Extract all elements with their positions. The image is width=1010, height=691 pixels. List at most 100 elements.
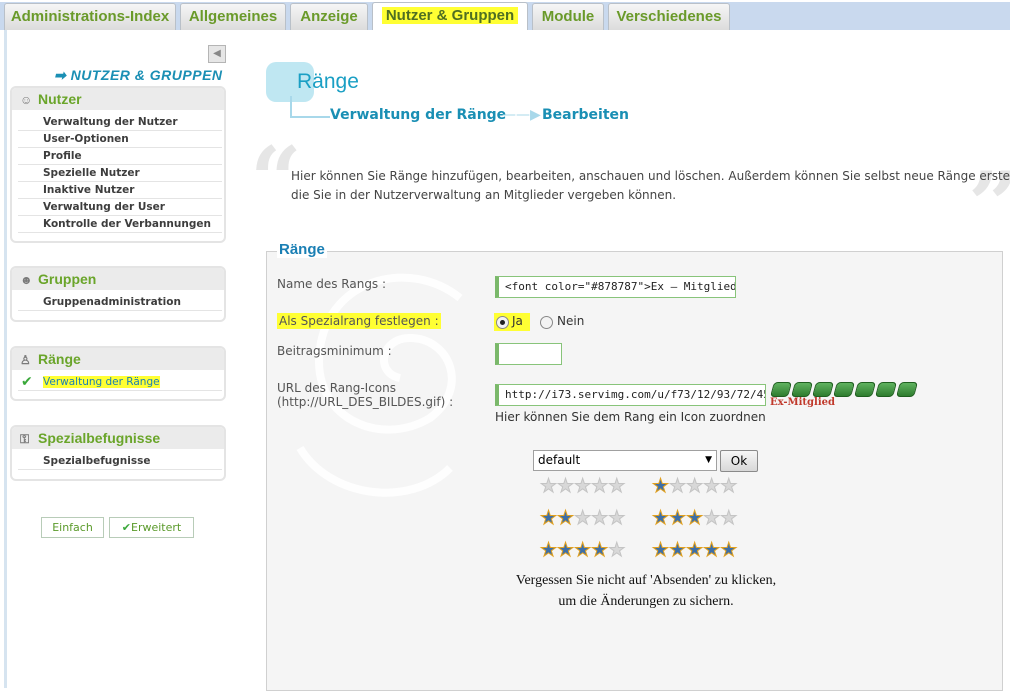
tab-misc[interactable]: Verschiedenes bbox=[608, 3, 730, 30]
star-icon: ★ bbox=[591, 475, 609, 497]
sidebar-box-groups-header: ☻ Gruppen bbox=[12, 268, 224, 290]
breadcrumb-edit: Bearbeiten bbox=[542, 107, 629, 123]
star-icon: ★ bbox=[686, 539, 704, 561]
star-rating-option[interactable]: ★★★★★ bbox=[651, 539, 737, 561]
chevron-down-icon: ▼ bbox=[705, 455, 712, 465]
special-rank-yes-radio[interactable] bbox=[496, 316, 509, 329]
star-rating-option[interactable]: ★★★★★ bbox=[539, 507, 626, 529]
star-icon: ★ bbox=[669, 507, 687, 529]
save-reminder-line-1: Vergessen Sie nicht auf 'Absenden' zu kl… bbox=[515, 573, 777, 588]
icon-set-select-value: default bbox=[538, 453, 581, 467]
star-icon: ★ bbox=[686, 475, 704, 497]
sidebar-box-special-permissions-header: ⚿ Spezialbefugnisse bbox=[12, 427, 224, 449]
special-rank-yes-label: Ja bbox=[512, 314, 523, 328]
sidebar-box-ranks: ♙ Ränge ✔ Verwaltung der Ränge bbox=[10, 346, 226, 401]
special-rank-label: Als Spezialrang festlegen : bbox=[277, 313, 441, 329]
special-rank-no-radio[interactable] bbox=[540, 316, 553, 329]
star-icon: ★ bbox=[651, 539, 670, 561]
sidebar-box-ranks-header: ♙ Ränge bbox=[12, 348, 224, 370]
sidebar-section-title-text: NUTZER & GRUPPEN bbox=[70, 67, 223, 83]
star-icon: ★ bbox=[574, 475, 592, 497]
rank-name-input[interactable]: <font color="#878787">Ex – Mitglied< bbox=[495, 276, 736, 298]
star-icon: ★ bbox=[608, 507, 626, 529]
rank-icon: ♙ bbox=[20, 353, 31, 367]
icon-url-input[interactable]: http://i73.servimg.com/u/f73/12/93/72/45 bbox=[495, 384, 766, 406]
checkmark-icon: ✔ bbox=[21, 374, 33, 390]
sidebar-item-rank-management-label: Verwaltung der Ränge bbox=[43, 376, 160, 388]
star-icon: ★ bbox=[591, 507, 609, 529]
star-icon: ★ bbox=[557, 475, 575, 497]
star-icon: ★ bbox=[703, 507, 721, 529]
star-rating-option[interactable]: ★★★★★ bbox=[651, 507, 738, 529]
sidebar-item-profiles[interactable]: Profile bbox=[18, 148, 222, 165]
icon-set-select[interactable]: default ▼ bbox=[533, 450, 717, 471]
sidebar-section-title: ➡ NUTZER & GRUPPEN bbox=[54, 67, 223, 83]
tab-modules[interactable]: Module bbox=[532, 3, 604, 30]
star-icon: ★ bbox=[539, 539, 558, 561]
sidebar-box-groups: ☻ Gruppen Gruppenadministration bbox=[10, 266, 226, 322]
sidebar-item-user-management[interactable]: Verwaltung der Nutzer bbox=[18, 114, 222, 131]
star-icon: ★ bbox=[703, 539, 721, 561]
simple-mode-button[interactable]: Einfach bbox=[41, 517, 104, 538]
star-icon: ★ bbox=[574, 539, 592, 561]
icon-url-label-1: URL des Rang-Icons bbox=[277, 381, 397, 395]
sidebar-item-inactive-users[interactable]: Inaktive Nutzer bbox=[18, 182, 222, 199]
ok-button[interactable]: Ok bbox=[720, 450, 758, 472]
sidebar-box-special-permissions: ⚿ Spezialbefugnisse Spezialbefugnisse bbox=[10, 425, 226, 481]
sidebar-item-special-permissions[interactable]: Spezialbefugnisse bbox=[18, 453, 222, 470]
star-icon: ★ bbox=[539, 507, 558, 529]
sidebar-box-users: ☺ Nutzer Verwaltung der Nutzer User-Optio… bbox=[10, 86, 226, 243]
star-icon: ★ bbox=[720, 507, 738, 529]
user-icon: ☺ bbox=[20, 93, 33, 107]
page-title: Ränge bbox=[297, 70, 359, 93]
star-icon: ★ bbox=[703, 475, 721, 497]
icon-hint-text: Hier können Sie dem Rang ein Icon zuordn… bbox=[495, 410, 766, 424]
star-rating-option[interactable]: ★★★★★ bbox=[539, 475, 626, 497]
star-icon: ★ bbox=[669, 539, 687, 561]
star-icon: ★ bbox=[591, 539, 609, 561]
tab-users-groups[interactable]: Nutzer & Gruppen bbox=[372, 2, 528, 30]
collapse-arrow-icon[interactable]: ◀ bbox=[208, 45, 226, 63]
star-icon: ★ bbox=[669, 475, 687, 497]
star-icon: ★ bbox=[651, 507, 670, 529]
star-rating-option[interactable]: ★★★★★ bbox=[539, 539, 626, 561]
sidebar-item-special-users[interactable]: Spezielle Nutzer bbox=[18, 165, 222, 182]
breadcrumb-rank-management[interactable]: Verwaltung der Ränge bbox=[330, 107, 506, 123]
sidebar-item-ban-control[interactable]: Kontrolle der Verbannungen bbox=[18, 216, 222, 233]
rank-name-label: Name des Rangs : bbox=[277, 277, 387, 291]
star-icon: ★ bbox=[574, 507, 592, 529]
star-icon: ★ bbox=[608, 539, 626, 561]
save-reminder-note: Vergessen Sie nicht auf 'Absenden' zu kl… bbox=[490, 570, 802, 612]
rank-icon-preview-text: Ex-Mitglied bbox=[770, 397, 835, 408]
sidebar-box-special-permissions-title: Spezialbefugnisse bbox=[38, 430, 161, 446]
sidebar-box-users-header: ☺ Nutzer bbox=[12, 88, 224, 110]
star-icon: ★ bbox=[539, 475, 558, 497]
icon-url-label-2: (http://URL_DES_BILDES.gif) : bbox=[277, 395, 454, 409]
advanced-mode-button[interactable]: ✔Erweitert bbox=[109, 517, 194, 538]
intro-line-1: Hier können Sie Ränge hinzufügen, bearbe… bbox=[291, 169, 1010, 183]
tab-admin-index[interactable]: Administrations-Index bbox=[4, 3, 176, 30]
breadcrumb-connector bbox=[290, 96, 330, 118]
sidebar-box-ranks-title: Ränge bbox=[38, 351, 81, 367]
sidebar-item-rank-management[interactable]: ✔ Verwaltung der Ränge bbox=[18, 374, 222, 391]
top-tab-bar: Administrations-Index Allgemeines Anzeig… bbox=[0, 0, 1010, 30]
key-icon: ⚿ bbox=[20, 432, 30, 446]
min-posts-input[interactable] bbox=[495, 343, 562, 365]
sidebar-item-manage-users[interactable]: Verwaltung der User bbox=[18, 199, 222, 216]
sidebar-item-user-options[interactable]: User-Optionen bbox=[18, 131, 222, 148]
intro-text: Hier können Sie Ränge hinzufügen, bearbe… bbox=[291, 167, 1010, 205]
save-reminder-line-2: um die Änderungen zu sichern. bbox=[558, 594, 734, 609]
special-rank-no-label: Nein bbox=[557, 314, 585, 328]
star-rating-option[interactable]: ★★★★★ bbox=[651, 475, 737, 497]
star-icon: ★ bbox=[686, 507, 704, 529]
min-posts-label: Beitragsminimum : bbox=[277, 344, 392, 358]
tab-users-groups-label: Nutzer & Gruppen bbox=[381, 7, 519, 24]
advanced-mode-label: Erweitert bbox=[131, 521, 182, 534]
intro-line-2: die Sie in der Nutzerverwaltung an Mitgl… bbox=[291, 188, 677, 202]
star-icon: ★ bbox=[608, 475, 626, 497]
sidebar-item-group-admin[interactable]: Gruppenadministration bbox=[18, 294, 222, 311]
tab-display[interactable]: Anzeige bbox=[290, 3, 368, 30]
tab-general[interactable]: Allgemeines bbox=[180, 3, 286, 30]
star-icon: ★ bbox=[651, 475, 670, 497]
breadcrumb-arrow-icon: ——▶ bbox=[502, 107, 541, 123]
